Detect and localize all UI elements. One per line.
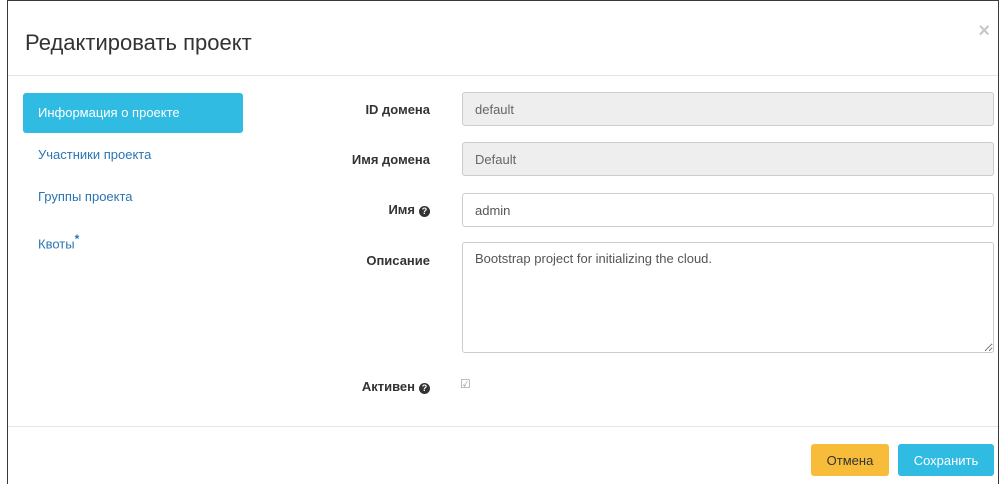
active-checkbox[interactable]: ☑ — [460, 378, 472, 390]
domain-id-field[interactable] — [462, 92, 994, 126]
question-circle-icon[interactable]: ? — [419, 206, 430, 217]
name-field[interactable] — [462, 193, 994, 227]
cancel-button[interactable]: Отмена — [811, 444, 889, 476]
nav-item-label: Информация о проекте — [38, 105, 180, 120]
active-label: Активен? — [362, 379, 430, 394]
description-field[interactable]: Bootstrap project for initializing the c… — [462, 242, 994, 353]
domain-name-label: Имя домена — [352, 152, 430, 167]
close-icon[interactable]: × — [978, 21, 990, 41]
dialog-header: Редактировать проект × — [8, 1, 998, 76]
domain-id-label: ID домена — [365, 102, 430, 117]
domain-name-field[interactable] — [462, 142, 994, 176]
nav-item-project-info[interactable]: Информация о проекте — [23, 93, 243, 133]
domain-name-label-text: Имя домена — [351, 152, 430, 167]
required-marker: * — [74, 232, 80, 246]
name-label-text: Имя — [388, 202, 415, 217]
nav-item-quotas[interactable]: Квоты* — [23, 219, 243, 259]
dialog-footer: Отмена Сохранить — [8, 426, 998, 487]
nav-item-label: Участники проекта — [38, 147, 152, 162]
workflow-nav: Информация о проекте Участники проекта Г… — [23, 93, 243, 261]
nav-item-label: Квоты — [38, 236, 75, 252]
nav-item-project-groups[interactable]: Группы проекта — [23, 177, 243, 217]
nav-item-label: Группы проекта — [38, 189, 133, 204]
name-label: Имя? — [388, 202, 430, 217]
nav-item-project-members[interactable]: Участники проекта — [23, 135, 243, 175]
edit-project-dialog: Редактировать проект × Информация о прое… — [7, 0, 999, 484]
description-label: Описание — [366, 253, 430, 268]
description-label-text: Описание — [366, 253, 430, 268]
question-circle-icon[interactable]: ? — [419, 383, 430, 394]
active-label-text: Активен — [361, 379, 415, 394]
domain-id-label-text: ID домена — [365, 102, 430, 117]
dialog-title: Редактировать проект — [25, 30, 252, 55]
save-button[interactable]: Сохранить — [898, 444, 994, 476]
